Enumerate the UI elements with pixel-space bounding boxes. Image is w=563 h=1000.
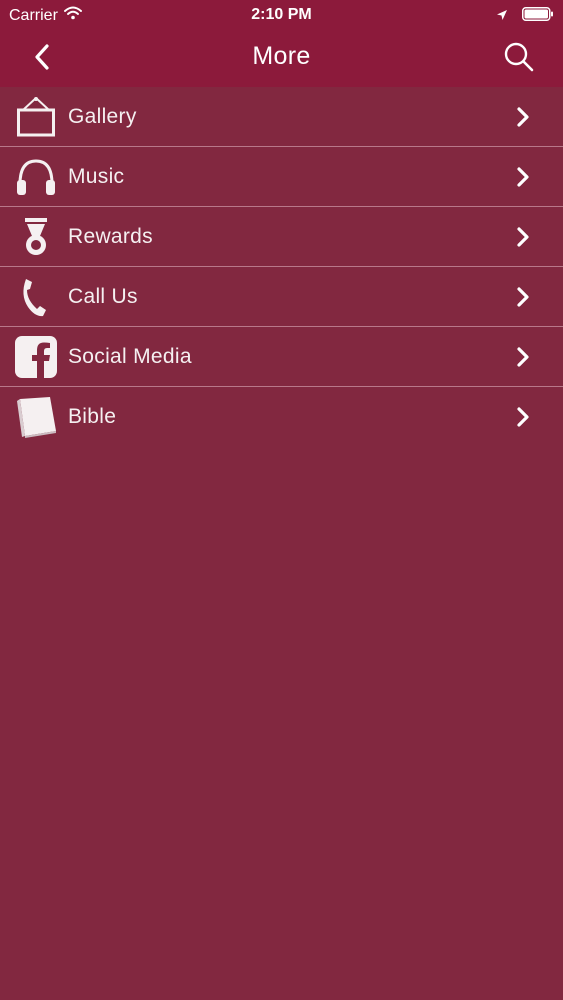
navigation-bar: More xyxy=(0,30,563,87)
location-arrow-icon xyxy=(496,8,508,26)
status-right xyxy=(496,7,554,26)
chevron-right-icon xyxy=(513,406,533,428)
book-icon xyxy=(13,394,59,440)
chevron-right-icon xyxy=(513,166,533,188)
headphones-icon xyxy=(13,154,59,200)
more-screen: Carrier 2:10 PM More Gallery Music Rewar… xyxy=(0,0,563,1000)
menu-item-label: Call Us xyxy=(68,284,138,308)
menu-item-label: Music xyxy=(68,164,125,188)
search-button[interactable] xyxy=(499,39,539,79)
menu-item-label: Social Media xyxy=(68,344,192,368)
chevron-right-icon xyxy=(513,346,533,368)
menu-item-label: Bible xyxy=(68,404,117,428)
menu-item-social-media[interactable]: Social Media xyxy=(0,327,563,387)
menu-item-music[interactable]: Music xyxy=(0,147,563,207)
status-time: 2:10 PM xyxy=(251,6,312,23)
picture-frame-icon xyxy=(13,94,59,140)
menu-item-call-us[interactable]: Call Us xyxy=(0,267,563,327)
battery-icon xyxy=(522,7,554,26)
menu-item-bible[interactable]: Bible xyxy=(0,387,563,446)
search-icon xyxy=(503,41,535,78)
facebook-icon xyxy=(13,334,59,380)
chevron-right-icon xyxy=(513,226,533,248)
menu-item-label: Gallery xyxy=(68,104,137,128)
page-title: More xyxy=(252,42,311,70)
menu-item-label: Rewards xyxy=(68,224,153,248)
medal-icon xyxy=(13,214,59,260)
more-menu-list: Gallery Music Rewards Call Us Social Med… xyxy=(0,87,563,446)
status-bar: Carrier 2:10 PM xyxy=(0,0,563,30)
chevron-right-icon xyxy=(513,286,533,308)
chevron-right-icon xyxy=(513,106,533,128)
menu-item-gallery[interactable]: Gallery xyxy=(0,87,563,147)
menu-item-rewards[interactable]: Rewards xyxy=(0,207,563,267)
phone-handset-icon xyxy=(13,274,59,320)
